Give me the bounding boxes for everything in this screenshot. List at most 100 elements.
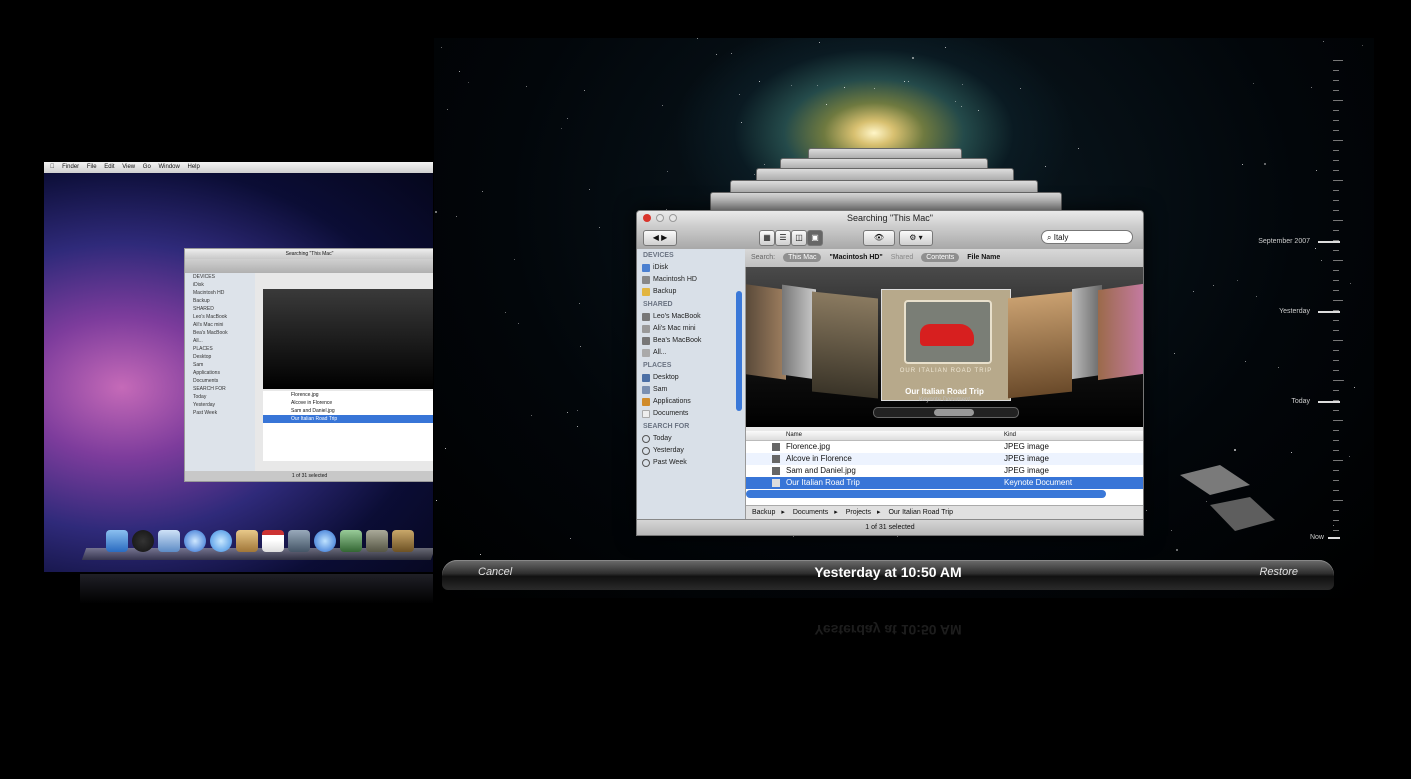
- timeline-label-today[interactable]: Today: [1220, 398, 1310, 405]
- column-header-name[interactable]: Name: [786, 431, 802, 440]
- restore-button[interactable]: Restore: [1259, 566, 1298, 578]
- timeline-tick[interactable]: [1333, 320, 1339, 321]
- timeline-tick[interactable]: [1333, 410, 1339, 411]
- scope-this-mac-button[interactable]: This Mac: [783, 253, 822, 262]
- mini-sidebar-item[interactable]: Applications: [185, 369, 255, 377]
- sidebar-item-all[interactable]: All...: [637, 347, 745, 359]
- timeline-tick[interactable]: [1333, 210, 1339, 211]
- search-field[interactable]: ⌕ Italy: [1041, 230, 1133, 244]
- timeline-tick[interactable]: [1333, 520, 1339, 521]
- sidebar-item-alis-mac-mini[interactable]: Ali's Mac mini: [637, 323, 745, 335]
- timeline-tick[interactable]: [1333, 380, 1343, 381]
- timeline-tick[interactable]: [1333, 70, 1339, 71]
- timeline-tick[interactable]: [1333, 440, 1339, 441]
- column-header-kind[interactable]: Kind: [1004, 431, 1016, 440]
- timeline-label-now[interactable]: Now: [1234, 534, 1324, 541]
- timeline-marker[interactable]: [1318, 401, 1340, 403]
- sidebar-item-macintosh-hd[interactable]: Macintosh HD: [637, 274, 745, 286]
- sidebar-item-documents[interactable]: Documents: [637, 408, 745, 420]
- timeline-tick[interactable]: [1333, 340, 1343, 341]
- utility-icon[interactable]: [366, 530, 388, 552]
- timeline-tick[interactable]: [1333, 170, 1339, 171]
- timeline-tick[interactable]: [1333, 120, 1339, 121]
- sidebar-item-sam[interactable]: Sam: [637, 384, 745, 396]
- scope-macintosh-hd-button[interactable]: "Macintosh HD": [829, 254, 882, 261]
- mini-list-item-selected[interactable]: Our Italian Road Trip: [263, 415, 433, 423]
- mini-sidebar-item[interactable]: Bea's MacBook: [185, 329, 255, 337]
- timeline-tick[interactable]: [1333, 60, 1343, 61]
- scope-shared-button[interactable]: Shared: [891, 254, 914, 261]
- scope-contents-button[interactable]: Contents: [921, 253, 960, 262]
- sidebar-item-idisk[interactable]: iDisk: [637, 262, 745, 274]
- timeline-tick[interactable]: [1333, 90, 1339, 91]
- menu-edit[interactable]: Edit: [104, 164, 114, 170]
- quick-look-button[interactable]: 👁: [863, 230, 895, 246]
- path-item-projects[interactable]: Projects: [846, 509, 871, 516]
- timeline-tick[interactable]: [1333, 350, 1339, 351]
- mini-list-item[interactable]: Alcove in Florence: [263, 399, 433, 407]
- mini-sidebar-item[interactable]: All...: [185, 337, 255, 345]
- path-item-backup[interactable]: Backup: [752, 509, 775, 516]
- sidebar-item-backup[interactable]: Backup: [637, 286, 745, 298]
- table-row[interactable]: Alcove in Florence JPEG image: [746, 453, 1143, 465]
- timeline-tick[interactable]: [1333, 430, 1339, 431]
- timeline-marker[interactable]: [1318, 311, 1340, 313]
- timeline-tick[interactable]: [1333, 100, 1343, 101]
- table-row[interactable]: Sam and Daniel.jpg JPEG image: [746, 465, 1143, 477]
- menu-view[interactable]: View: [122, 164, 135, 170]
- timeline[interactable]: [1333, 60, 1345, 540]
- past-window[interactable]: [710, 192, 1062, 212]
- finder-icon[interactable]: [106, 530, 128, 552]
- coverflow-item[interactable]: [812, 291, 878, 399]
- forward-in-time-arrow-icon[interactable]: [1210, 497, 1275, 531]
- dashboard-icon[interactable]: [132, 530, 154, 552]
- timeline-tick[interactable]: [1333, 280, 1339, 281]
- menu-finder[interactable]: Finder: [62, 164, 79, 170]
- view-coverflow-button[interactable]: ▣: [807, 230, 823, 246]
- timeline-tick[interactable]: [1333, 470, 1339, 471]
- mini-sidebar-item[interactable]: Macintosh HD: [185, 289, 255, 297]
- back-forward-button[interactable]: ◀ ▶: [643, 230, 677, 246]
- sidebar-item-today[interactable]: Today: [637, 433, 745, 445]
- sidebar-item-yesterday[interactable]: Yesterday: [637, 445, 745, 457]
- mini-sidebar-item[interactable]: Documents: [185, 377, 255, 385]
- window-titlebar[interactable]: Searching "This Mac": [637, 211, 1143, 225]
- sidebar-item-beas-macbook[interactable]: Bea's MacBook: [637, 335, 745, 347]
- iphoto-icon[interactable]: [340, 530, 362, 552]
- mini-sidebar-item[interactable]: Today: [185, 393, 255, 401]
- sidebar-item-past-week[interactable]: Past Week: [637, 457, 745, 469]
- timeline-tick[interactable]: [1333, 290, 1339, 291]
- timeline-tick[interactable]: [1333, 460, 1343, 461]
- coverflow-item[interactable]: [782, 284, 816, 380]
- timeline-tick[interactable]: [1333, 80, 1339, 81]
- itunes-icon[interactable]: [314, 530, 336, 552]
- timeline-tick[interactable]: [1333, 500, 1343, 501]
- mini-sidebar-item[interactable]: Desktop: [185, 353, 255, 361]
- mini-list-item[interactable]: Sam and Daniel.jpg: [263, 407, 433, 415]
- timeline-marker[interactable]: [1318, 241, 1340, 243]
- coverflow-scroll-thumb[interactable]: [934, 409, 974, 416]
- mail-icon[interactable]: [158, 530, 180, 552]
- coverflow-item[interactable]: [746, 284, 786, 380]
- timeline-tick[interactable]: [1333, 260, 1343, 261]
- mini-sidebar-item[interactable]: Leo's MacBook: [185, 313, 255, 321]
- sidebar-head-shared[interactable]: SHARED: [637, 298, 745, 311]
- menu-help[interactable]: Help: [188, 164, 200, 170]
- mini-sidebar-item[interactable]: Ali's Mac mini: [185, 321, 255, 329]
- table-row[interactable]: Florence.jpg JPEG image: [746, 441, 1143, 453]
- timeline-tick[interactable]: [1333, 420, 1343, 421]
- timeline-tick[interactable]: [1333, 130, 1339, 131]
- timeline-tick[interactable]: [1333, 330, 1339, 331]
- view-column-button[interactable]: ◫: [791, 230, 807, 246]
- cover-flow-view[interactable]: OUR ITALIAN ROAD TRIP: [746, 267, 1143, 427]
- timeline-tick[interactable]: [1333, 300, 1343, 301]
- timeline-tick[interactable]: [1333, 190, 1339, 191]
- scope-file-name-button[interactable]: File Name: [967, 254, 1000, 261]
- view-list-button[interactable]: ☰: [775, 230, 791, 246]
- coverflow-item[interactable]: [1098, 283, 1143, 381]
- address-book-icon[interactable]: [236, 530, 258, 552]
- timeline-tick[interactable]: [1333, 200, 1339, 201]
- coverflow-item[interactable]: [1008, 291, 1072, 399]
- mini-sidebar-item[interactable]: Yesterday: [185, 401, 255, 409]
- preview-icon[interactable]: [288, 530, 310, 552]
